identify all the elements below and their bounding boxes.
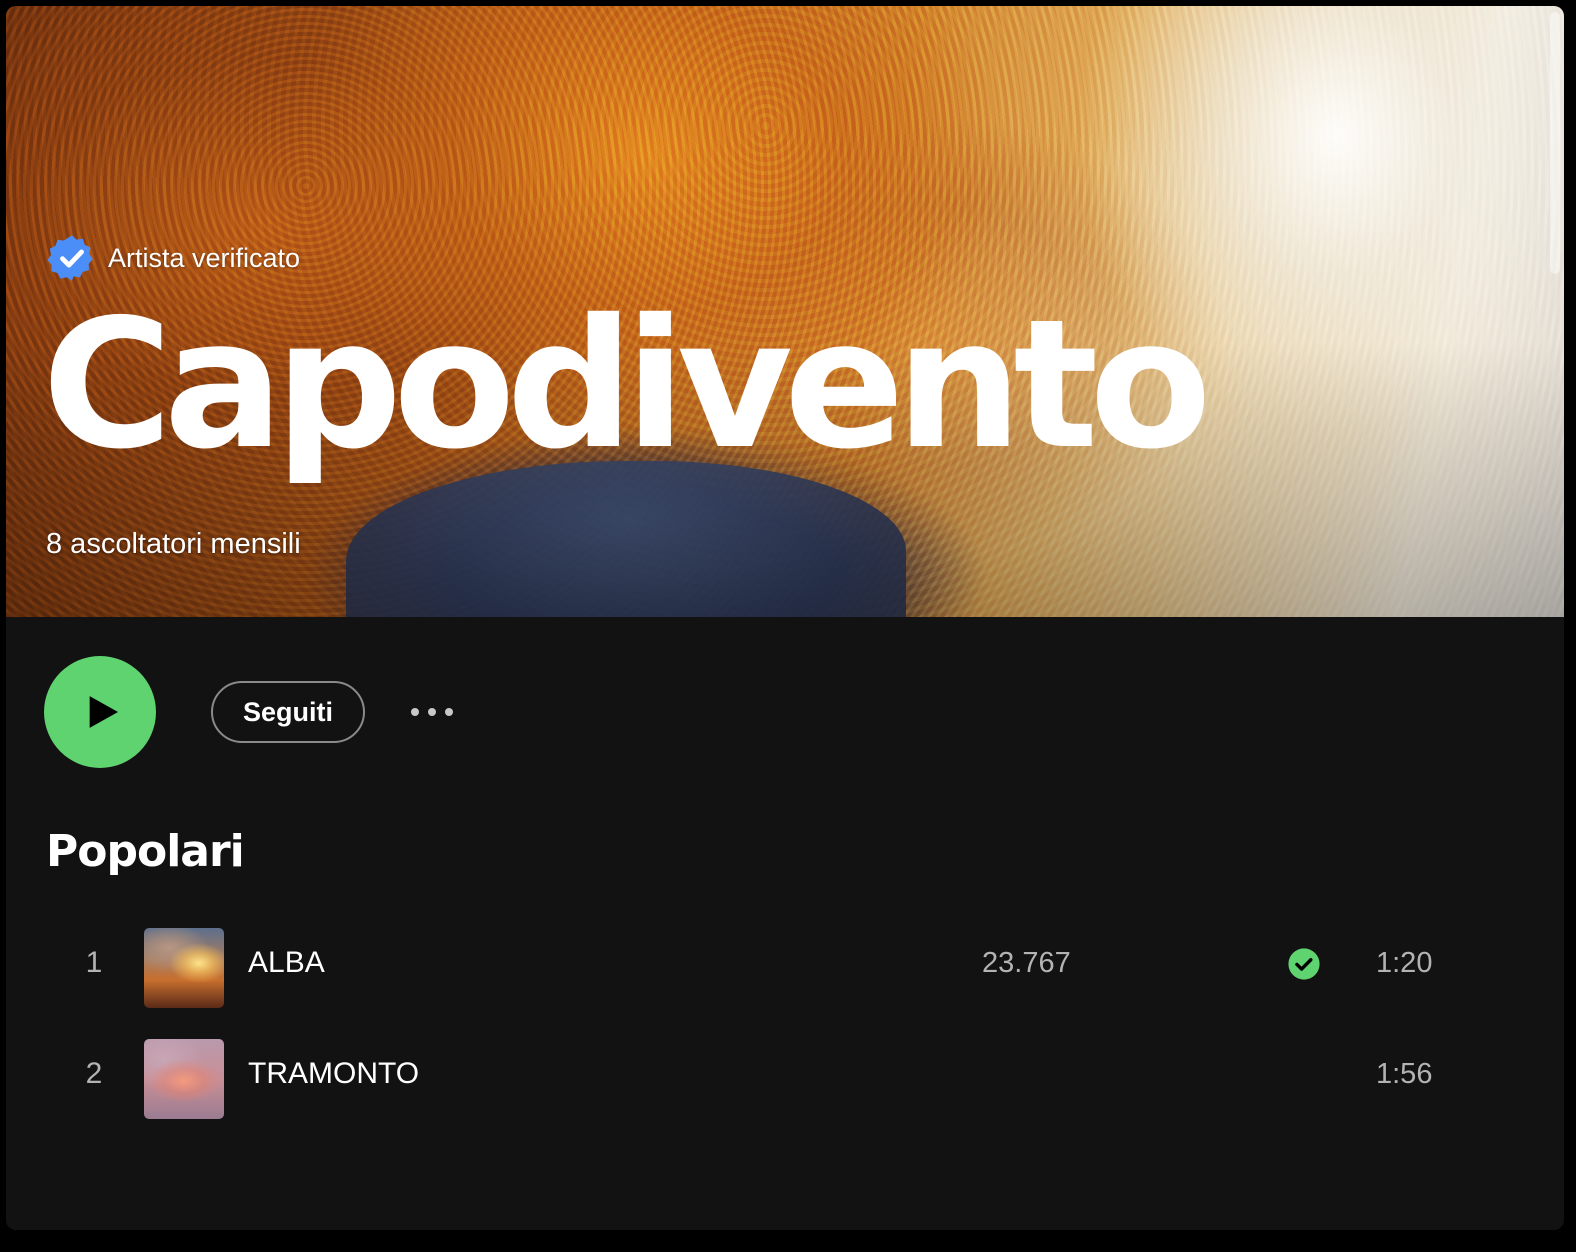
check-circle-icon[interactable] — [1287, 947, 1321, 981]
track-number: 1 — [85, 946, 103, 979]
artist-name: Capodivento — [42, 281, 1212, 488]
verified-badge-icon — [47, 235, 93, 281]
track-title[interactable]: ALBA — [248, 923, 325, 1003]
monthly-listeners: 8 ascoltatori mensili — [46, 528, 301, 560]
track-row[interactable]: 1 ALBA 23.767 1:20 — [6, 923, 1564, 1034]
more-options-icon[interactable] — [407, 698, 457, 726]
verified-label: Artista verificato — [108, 242, 301, 273]
track-row[interactable]: 2 TRAMONTO 1:56 — [6, 1034, 1564, 1145]
follow-button[interactable]: Seguiti — [211, 681, 366, 743]
action-bar: Seguiti — [44, 656, 457, 768]
track-cover-image — [144, 1039, 224, 1119]
verified-artist-badge: Artista verificato — [46, 232, 300, 284]
track-cover-image — [144, 928, 224, 1008]
more-dot — [445, 708, 454, 716]
artist-page: Artista verificato Capodivento 8 ascolta… — [6, 6, 1564, 1230]
track-duration: 1:56 — [1376, 1058, 1433, 1090]
scrollbar-thumb[interactable] — [1550, 12, 1560, 274]
play-icon — [89, 696, 118, 728]
track-duration: 1:20 — [1376, 947, 1433, 979]
track-title[interactable]: TRAMONTO — [248, 1034, 419, 1114]
track-number: 2 — [85, 1057, 103, 1090]
more-dot — [411, 708, 420, 716]
artist-header-image: Artista verificato Capodivento 8 ascolta… — [6, 6, 1564, 617]
more-dot — [428, 708, 437, 716]
play-button[interactable] — [44, 656, 156, 768]
popular-section-title: Popolari — [46, 826, 245, 877]
track-play-count: 23.767 — [982, 947, 1071, 979]
popular-track-list: 1 ALBA 23.767 1:20 2 TRAMONTO 1:56 — [6, 923, 1564, 1145]
